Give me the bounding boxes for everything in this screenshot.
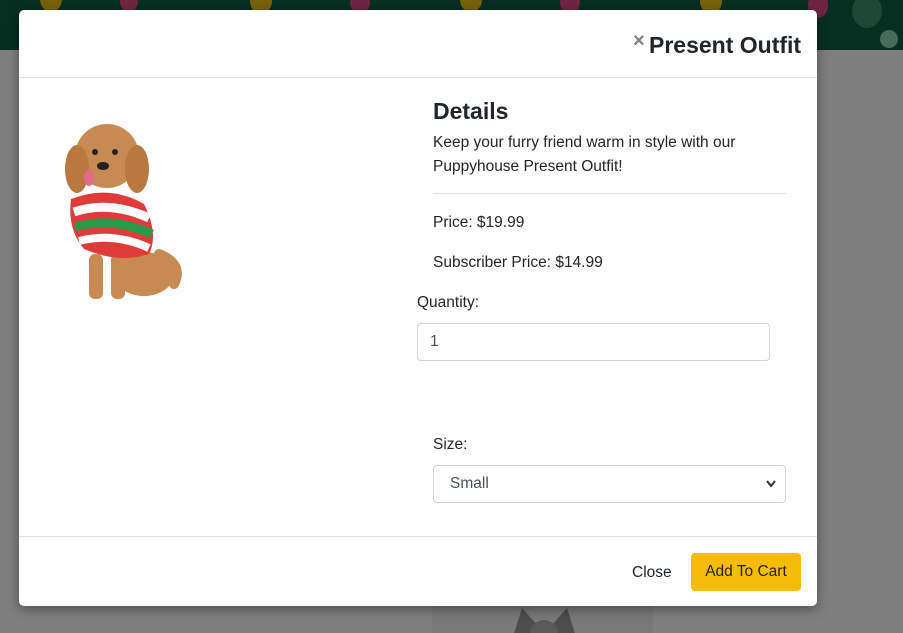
add-to-cart-button[interactable]: Add To Cart	[691, 553, 801, 591]
modal-header: × Present Outfit	[19, 10, 817, 78]
size-selected-value: Small	[450, 475, 489, 492]
details-divider	[433, 193, 786, 194]
size-select[interactable]: Small	[433, 465, 786, 503]
modal-title: Present Outfit	[649, 32, 802, 58]
dog-sweater-image	[49, 114, 189, 304]
product-description: Keep your furry friend warm in style wit…	[433, 134, 736, 175]
product-modal: × Present Outfit Details Keep your furry…	[19, 10, 817, 606]
price-text: Price: $19.99	[433, 214, 525, 231]
chevron-down-icon	[765, 466, 777, 516]
close-icon[interactable]: ×	[633, 31, 645, 51]
details-heading: Details	[433, 98, 509, 124]
size-label: Size:	[433, 436, 468, 453]
subscriber-price-text: Subscriber Price: $14.99	[433, 254, 603, 271]
modal-body: Details Keep your furry friend warm in s…	[19, 78, 817, 536]
quantity-label: Quantity:	[417, 294, 480, 311]
quantity-input[interactable]	[417, 323, 770, 361]
close-button[interactable]: Close	[619, 554, 685, 592]
modal-footer: Close Add To Cart	[19, 536, 817, 606]
